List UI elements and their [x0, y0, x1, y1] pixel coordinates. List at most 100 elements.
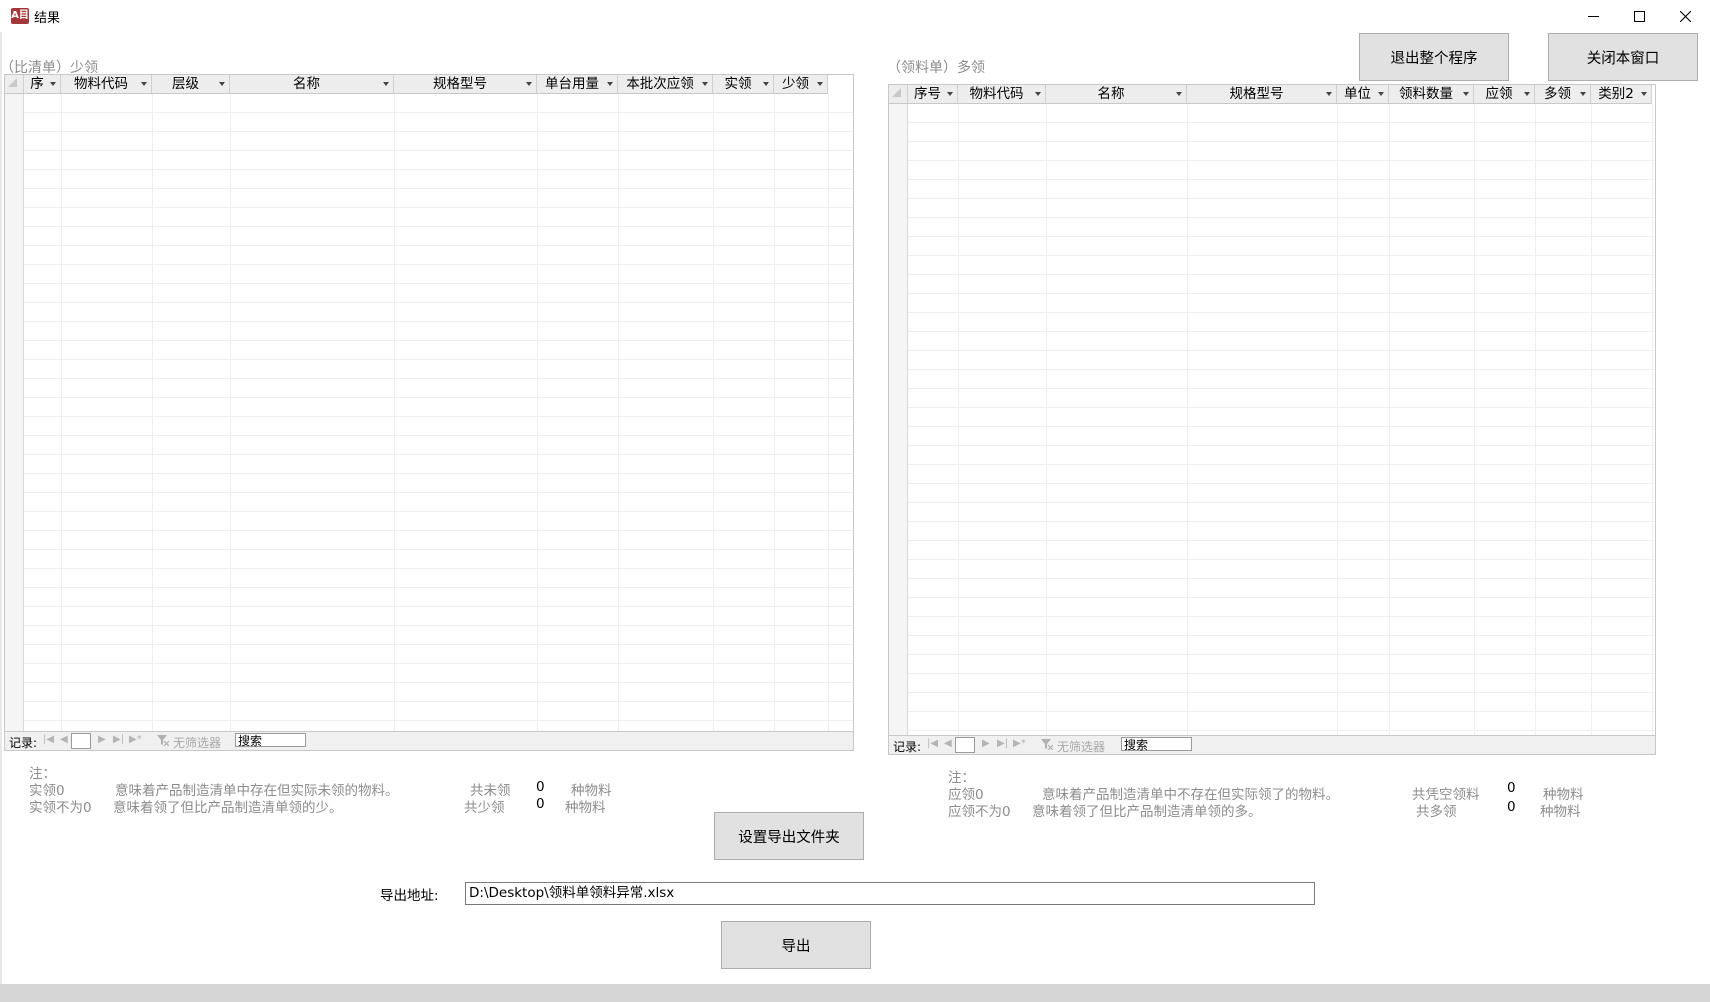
export-button[interactable]: 导出	[721, 921, 871, 969]
left-search-input[interactable]: 搜索	[235, 733, 306, 748]
left-count-short-value: 0	[536, 796, 545, 812]
record-label: 记录:	[893, 740, 922, 754]
minimize-button[interactable]	[1570, 0, 1616, 32]
right-note-line2-key: 应领不为0	[948, 804, 1011, 820]
left-note-line2-text: 意味着领了但比产品制造清单领的少。	[113, 800, 343, 816]
minimize-icon	[1587, 15, 1599, 17]
close-icon	[1679, 10, 1691, 22]
right-datasheet-header: 序号 物料代码 名称 规格型号 单位 领料数量 应领 多领 类别2	[889, 85, 1652, 104]
first-record-icon[interactable]: |◀	[927, 738, 938, 749]
left-count-short-unit: 种物料	[565, 800, 606, 816]
row-selector-column[interactable]	[889, 104, 908, 736]
dropdown-arrow-icon[interactable]	[1524, 92, 1530, 96]
column-header-excess[interactable]: 多领	[1535, 85, 1591, 103]
window-left-edge	[0, 32, 2, 987]
column-header-name[interactable]: 名称	[230, 75, 394, 93]
right-count-excess-value: 0	[1507, 799, 1516, 815]
column-header-seq[interactable]: 序	[24, 75, 61, 93]
new-record-icon[interactable]: ▶*	[1013, 738, 1026, 749]
exit-program-button[interactable]: 退出整个程序	[1359, 33, 1509, 81]
prev-record-icon[interactable]: ◀	[60, 734, 68, 745]
right-note-line2-text: 意味着领了但比产品制造清单领的多。	[1032, 804, 1262, 820]
right-count-phantom-value: 0	[1507, 780, 1516, 796]
row-selector-column[interactable]	[5, 94, 24, 732]
maximize-icon	[1633, 10, 1645, 22]
dropdown-arrow-icon[interactable]	[1580, 92, 1586, 96]
sort-dropdown-icon[interactable]	[947, 92, 953, 96]
column-header-unit[interactable]: 单位	[1337, 85, 1389, 103]
dropdown-arrow-icon[interactable]	[383, 82, 389, 86]
right-count-excess-unit: 种物料	[1540, 804, 1581, 820]
filter-off-icon	[157, 735, 169, 746]
record-label: 记录:	[9, 736, 38, 750]
column-header-shortage[interactable]: 少领	[774, 75, 828, 93]
left-datasheet-header: 序 物料代码 层级 名称 规格型号 单台用量 本批次应领 实领 少领	[5, 75, 828, 94]
next-record-icon[interactable]: ▶	[98, 734, 106, 745]
right-datasheet[interactable]: 序号 物料代码 名称 规格型号 单位 领料数量 应领 多领 类别2 记录: |◀…	[888, 84, 1656, 755]
dropdown-arrow-icon[interactable]	[1326, 92, 1332, 96]
dropdown-arrow-icon[interactable]	[526, 82, 532, 86]
dropdown-arrow-icon[interactable]	[1641, 92, 1647, 96]
current-record-input[interactable]	[955, 737, 975, 753]
right-search-input[interactable]: 搜索	[1121, 737, 1192, 752]
column-header-material-code[interactable]: 物料代码	[958, 85, 1046, 103]
no-filter-button[interactable]: 无筛选器	[173, 734, 221, 750]
dropdown-arrow-icon[interactable]	[219, 82, 225, 86]
next-record-icon[interactable]: ▶	[982, 738, 990, 749]
left-record-navigator: 记录: |◀ ◀ ▶ ▶| ▶* 无筛选器 搜索	[5, 731, 853, 750]
no-filter-button[interactable]: 无筛选器	[1057, 738, 1105, 754]
column-header-required[interactable]: 应领	[1474, 85, 1535, 103]
filter-off-icon	[1041, 739, 1053, 750]
column-header-category2[interactable]: 类别2	[1591, 85, 1652, 103]
left-note-line2-key: 实领不为0	[29, 800, 92, 816]
dropdown-arrow-icon[interactable]	[1463, 92, 1469, 96]
select-all-corner[interactable]	[5, 75, 24, 93]
select-all-corner[interactable]	[889, 85, 908, 103]
right-record-navigator: 记录: |◀ ◀ ▶ ▶| ▶* 无筛选器 搜索	[889, 735, 1655, 754]
column-header-name[interactable]: 名称	[1046, 85, 1187, 103]
dropdown-arrow-icon[interactable]	[817, 82, 823, 86]
new-record-icon[interactable]: ▶*	[129, 734, 142, 745]
right-datasheet-body[interactable]	[889, 104, 1655, 736]
dropdown-arrow-icon[interactable]	[1176, 92, 1182, 96]
left-datasheet-grid[interactable]	[24, 94, 853, 732]
column-header-level[interactable]: 层级	[152, 75, 230, 93]
close-window-button[interactable]: 关闭本窗口	[1548, 33, 1698, 81]
last-record-icon[interactable]: ▶|	[997, 738, 1008, 749]
dropdown-arrow-icon[interactable]	[607, 82, 613, 86]
column-header-batch-required[interactable]: 本批次应领	[618, 75, 713, 93]
column-header-material-code[interactable]: 物料代码	[61, 75, 152, 93]
status-bar	[0, 984, 1710, 1002]
first-record-icon[interactable]: |◀	[43, 734, 54, 745]
right-datasheet-grid[interactable]	[908, 104, 1655, 736]
dropdown-arrow-icon[interactable]	[763, 82, 769, 86]
column-header-spec[interactable]: 规格型号	[394, 75, 537, 93]
right-count-excess-label: 共多领	[1416, 804, 1457, 820]
dropdown-arrow-icon[interactable]	[1035, 92, 1041, 96]
access-app-icon: A目	[11, 8, 29, 24]
prev-record-icon[interactable]: ◀	[944, 738, 952, 749]
left-count-short-label: 共少领	[464, 800, 505, 816]
dropdown-arrow-icon[interactable]	[1378, 92, 1384, 96]
column-header-spec[interactable]: 规格型号	[1187, 85, 1337, 103]
close-button[interactable]	[1662, 0, 1708, 32]
title-bar: A目 结果	[0, 0, 1710, 32]
column-header-unit-usage[interactable]: 单台用量	[537, 75, 618, 93]
dropdown-arrow-icon[interactable]	[702, 82, 708, 86]
window-title: 结果	[34, 11, 61, 26]
last-record-icon[interactable]: ▶|	[113, 734, 124, 745]
export-path-label: 导出地址:	[380, 888, 439, 904]
current-record-input[interactable]	[71, 733, 91, 749]
right-panel-caption: （领料单）多领	[887, 60, 985, 76]
export-path-input[interactable]: D:\Desktop\领料单领料异常.xlsx	[465, 882, 1315, 905]
column-header-actual[interactable]: 实领	[713, 75, 774, 93]
maximize-button[interactable]	[1616, 0, 1662, 32]
set-export-folder-button[interactable]: 设置导出文件夹	[714, 812, 864, 860]
dropdown-arrow-icon[interactable]	[141, 82, 147, 86]
left-datasheet-body[interactable]	[5, 94, 853, 732]
column-header-issued-qty[interactable]: 领料数量	[1389, 85, 1474, 103]
dropdown-arrow-icon[interactable]	[50, 82, 56, 86]
column-header-seq-no[interactable]: 序号	[908, 85, 958, 103]
left-datasheet[interactable]: 序 物料代码 层级 名称 规格型号 单台用量 本批次应领 实领 少领 记录: |…	[4, 74, 854, 751]
left-count-unreceived-value: 0	[536, 779, 545, 795]
